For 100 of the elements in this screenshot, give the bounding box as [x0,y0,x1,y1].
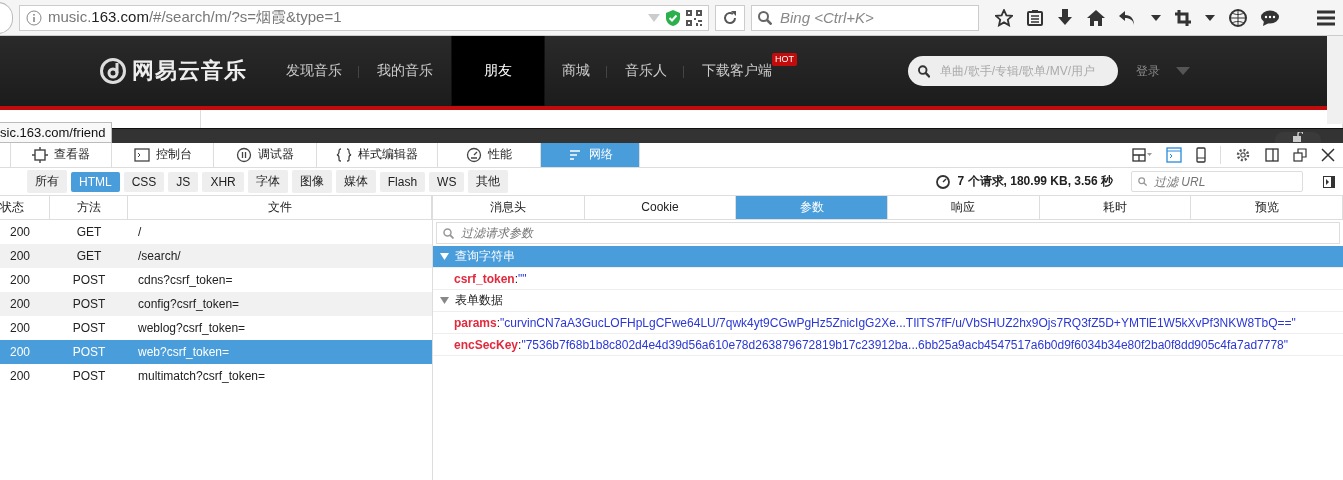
devtools-tab[interactable]: 调试器 [214,142,317,167]
undo-icon[interactable] [1119,9,1137,26]
status-code: 200 [9,225,32,239]
pause-icon [236,146,252,163]
site-logo-text[interactable]: 网易云音乐 [132,56,247,86]
reload-button[interactable] [715,4,745,31]
star-icon[interactable] [995,8,1013,27]
crop-icon[interactable] [1175,9,1191,26]
music-logo-icon [100,58,126,84]
status-code: 200 [9,249,32,263]
settings-icon[interactable] [1235,146,1251,163]
url-filter-input[interactable]: 过滤 URL [1152,173,1296,190]
file-name: /search/ [137,249,182,263]
scrollbar[interactable] [1327,36,1343,124]
filter-button[interactable]: JS [168,171,199,192]
link-status-tooltip: sic.163.com/friend [0,122,112,143]
request-row[interactable]: 200 GET / [0,220,432,244]
request-row[interactable]: 200 POST cdns?csrf_token= [0,268,432,292]
nav-link[interactable]: 音乐人 [608,36,685,106]
filter-button[interactable]: 字体 [247,170,288,193]
section-header[interactable]: 表单数据 [433,290,1343,312]
split-panel-icon[interactable] [1265,147,1279,162]
search-icon [758,10,772,25]
request-summary: 7 个请求, 180.99 KB, 3.56 秒 [957,173,1113,190]
status-code: 200 [9,273,32,287]
layout-icon[interactable] [1132,147,1152,162]
request-method: POST [71,321,107,335]
phone-icon[interactable] [1196,146,1206,163]
nav-link[interactable]: 下载客户端 [702,62,772,80]
console-icon[interactable] [1166,146,1182,163]
url-field[interactable]: music.163.com/#/search/m/?s=烟霞&type=1 [19,4,709,31]
close-icon[interactable] [1321,147,1335,162]
login-link[interactable]: 登录 [1136,62,1160,80]
download-icon[interactable] [1057,8,1073,27]
devtools-tab[interactable]: 查看器 [11,142,112,167]
column-header[interactable]: 方法 [50,196,128,219]
detail-tab[interactable]: 耗时 [1039,196,1192,219]
file-name: multimatch?csrf_token= [137,369,267,383]
file-name: weblog?csrf_token= [137,321,247,335]
request-method: POST [71,345,107,359]
detail-tab[interactable]: 消息头 [433,196,585,219]
nav-link[interactable]: 朋友 [451,36,545,106]
param-filter-input[interactable]: 过滤请求参数 [459,225,1309,241]
site-search-field[interactable]: 单曲/歌手/专辑/歌单/MV/用户 [908,56,1118,86]
stopwatch-icon [935,174,950,189]
search-input[interactable]: Bing <Ctrl+K> [778,8,972,27]
filter-button[interactable]: 图像 [291,170,332,193]
request-row[interactable]: 200 GET /search/ [0,244,432,268]
column-header[interactable]: 状态 [0,196,50,219]
status-code: 200 [9,297,32,311]
devtools-tab[interactable]: 控制台 [112,142,214,167]
devtools-tab[interactable]: 样式编辑器 [317,142,438,167]
site-search-input[interactable]: 单曲/歌手/专辑/歌单/MV/用户 [938,63,1108,79]
param-entry: csrf_token:"" [433,268,1343,290]
file-name: / [137,225,143,239]
popout-window-icon[interactable] [1293,147,1307,162]
file-name: cdns?csrf_token= [137,273,234,287]
info-icon [26,9,42,26]
chat-bubble-icon[interactable] [1261,9,1279,26]
param-filter-field[interactable]: 过滤请求参数 [436,222,1340,244]
request-method: POST [71,369,107,383]
toggle-sidebar-icon[interactable] [1323,175,1335,188]
request-method: GET [75,225,103,239]
triangle-icon [440,296,449,305]
nav-link[interactable]: 发现音乐 [269,36,360,106]
reading-list-icon[interactable] [1027,9,1043,26]
qr-code-icon[interactable] [686,9,702,26]
filter-button[interactable]: 所有 [27,170,67,193]
search-icon [443,227,454,239]
search-field[interactable]: Bing <Ctrl+K> [751,4,979,31]
menu-icon[interactable] [1317,9,1335,26]
filter-button[interactable]: WS [429,171,465,192]
url-filter-field[interactable]: 过滤 URL [1131,171,1303,192]
filter-button[interactable]: CSS [123,171,165,192]
caret-icon[interactable] [1205,14,1215,21]
request-row[interactable]: 200 POST config?csrf_token= [0,292,432,316]
request-row[interactable]: 200 POST multimatch?csrf_token= [0,364,432,388]
shield-icon[interactable] [666,9,680,26]
param-entry: encSecKey:"7536b7f68b1b8c802d4e4d39d56a610e78d263879672819b17c23912ba...6bb25a9acb4547517a6b0d9f6034b34e80f2ba0f8dd905c4fa7ad7778" [433,334,1343,356]
status-code: 200 [9,369,32,383]
nav-link[interactable]: 商城 [545,36,608,106]
request-method: POST [71,273,107,287]
file-name: config?csrf_token= [137,297,241,311]
request-method: POST [71,297,107,311]
request-method: GET [75,249,103,263]
filter-button[interactable]: 其他 [468,170,509,193]
detail-tab[interactable]: 响应 [888,196,1040,219]
padlock-icon [1293,132,1303,142]
caret-icon[interactable] [1151,14,1161,21]
column-header[interactable]: 文件 [128,196,432,219]
nav-link[interactable]: 我的音乐 [360,36,451,106]
home-icon[interactable] [1087,9,1105,26]
console-icon [133,146,150,163]
request-row[interactable]: 200 POST weblog?csrf_token= [0,316,432,340]
detail-tab[interactable]: 预览 [1191,196,1343,219]
braces-icon [336,146,352,163]
filter-button[interactable]: XHR [202,171,244,192]
filter-button[interactable]: Flash [379,171,426,192]
filter-button[interactable]: 媒体 [335,170,376,193]
globe-icon[interactable] [1229,8,1247,27]
